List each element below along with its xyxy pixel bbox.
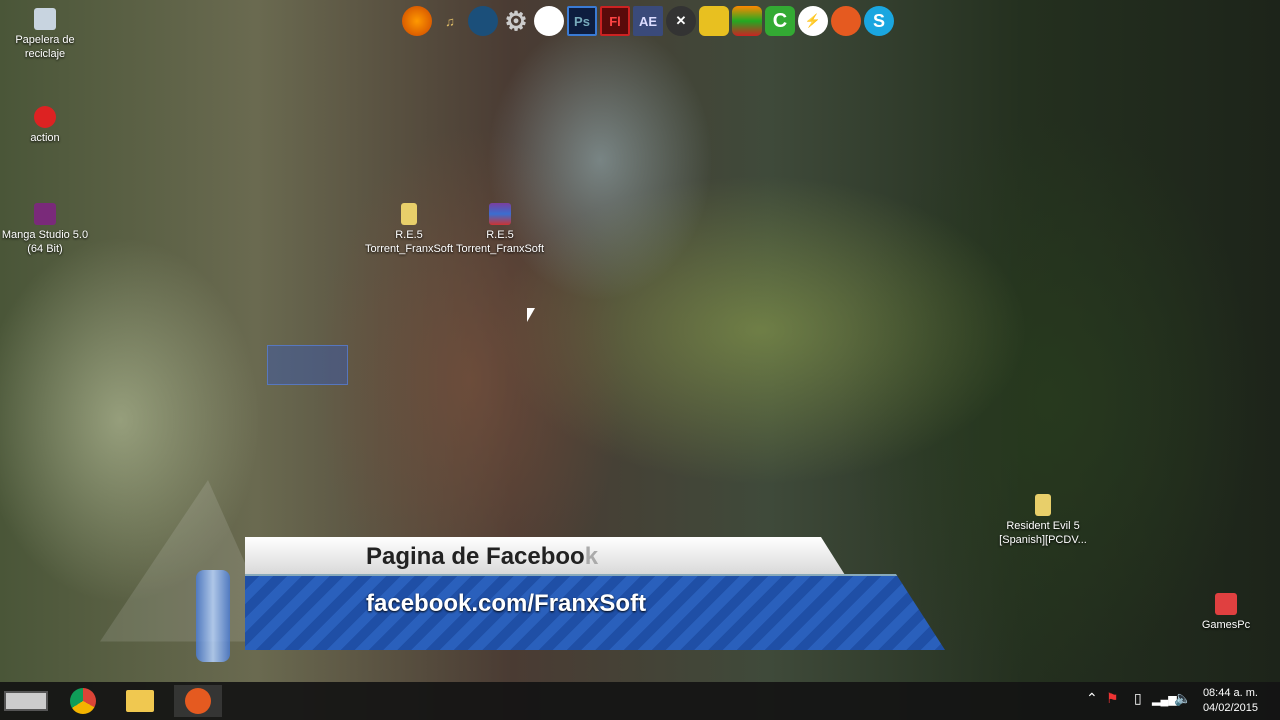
xfire-icon[interactable]: ✕ bbox=[666, 6, 696, 36]
desktop-icon-gamespc[interactable]: GamesPc bbox=[1181, 593, 1271, 632]
icon-label: action bbox=[30, 132, 60, 144]
desktop-icon-resident-evil-5[interactable]: Resident Evil 5 [Spanish][PCDV... bbox=[998, 494, 1088, 547]
clock[interactable]: 08:44 a. m. 04/02/2015 bbox=[1203, 686, 1258, 716]
manga-studio-icon bbox=[34, 203, 56, 225]
desktop-icon-re5-folder[interactable]: R.E.5 Torrent_FranxSoft bbox=[364, 203, 454, 256]
winrar-icon bbox=[489, 203, 511, 225]
taskbar-origin[interactable] bbox=[174, 685, 222, 717]
icon-label: R.E.5 Torrent_FranxSoft bbox=[364, 229, 454, 255]
chrome-icon bbox=[70, 688, 96, 714]
winamp-icon[interactable] bbox=[732, 6, 762, 36]
volume-icon[interactable]: 🔈 bbox=[1174, 690, 1191, 707]
app-dock: ♫ ⚙ Ps Fl AE ✕ C ⚡ S bbox=[402, 6, 894, 36]
flashget-icon[interactable]: ⚡ bbox=[798, 6, 828, 36]
selection-rectangle bbox=[267, 345, 348, 385]
banner-glass-icon bbox=[196, 570, 230, 662]
folder-icon bbox=[126, 690, 154, 712]
show-hidden-icons-chevron-icon[interactable]: ⌃ bbox=[1086, 690, 1098, 707]
icon-label: Resident Evil 5 [Spanish][PCDV... bbox=[999, 520, 1087, 546]
origin-icon bbox=[185, 688, 211, 714]
action-center-flag-icon[interactable]: ⚑ bbox=[1106, 690, 1119, 707]
icon-label: Papelera de reciclaje bbox=[15, 34, 75, 60]
steam-icon[interactable] bbox=[468, 6, 498, 36]
firefox-icon[interactable] bbox=[402, 6, 432, 36]
settings-icon[interactable]: ⚙ bbox=[501, 6, 531, 36]
origin-icon[interactable] bbox=[831, 6, 861, 36]
games-icon bbox=[1215, 593, 1237, 615]
icon-label: GamesPc bbox=[1201, 619, 1251, 631]
icon-label: Manga Studio 5.0 (64 Bit) bbox=[1, 229, 89, 255]
battery-icon[interactable]: ▯ bbox=[1134, 690, 1142, 707]
nes-icon bbox=[4, 691, 48, 711]
taskbar-nes-emulator[interactable] bbox=[2, 685, 50, 717]
icon-label: R.E.5 Torrent_FranxSoft bbox=[455, 229, 545, 255]
taskbar-file-explorer[interactable] bbox=[116, 685, 164, 717]
date: 04/02/2015 bbox=[1202, 702, 1258, 714]
skype-icon[interactable]: S bbox=[864, 6, 894, 36]
folder-icon bbox=[401, 203, 417, 225]
desktop-icon-manga-studio[interactable]: Manga Studio 5.0 (64 Bit) bbox=[0, 203, 90, 256]
network-signal-icon[interactable]: ▂▄▆ bbox=[1152, 693, 1177, 706]
desktop-icon-action[interactable]: action bbox=[0, 106, 90, 145]
desktop-icon-recycle-bin[interactable]: Papelera de reciclaje bbox=[0, 8, 90, 61]
vmware-icon[interactable] bbox=[699, 6, 729, 36]
unity-icon[interactable] bbox=[534, 6, 564, 36]
action-icon bbox=[34, 106, 56, 128]
after-effects-icon[interactable]: AE bbox=[633, 6, 663, 36]
flash-icon[interactable]: Fl bbox=[600, 6, 630, 36]
banner-title: Pagina de Facebook bbox=[366, 543, 599, 570]
taskbar: ⌃ ⚑ ▯ ▂▄▆ 🔈 08:44 a. m. 04/02/2015 bbox=[0, 682, 1280, 720]
time: 08:44 a. m. bbox=[1202, 687, 1258, 699]
banner-url[interactable]: facebook.com/FranxSoft bbox=[366, 590, 646, 618]
camtasia-icon[interactable]: C bbox=[765, 6, 795, 36]
recycle-bin-icon bbox=[34, 8, 56, 30]
taskbar-chrome[interactable] bbox=[59, 685, 107, 717]
music-icon[interactable]: ♫ bbox=[435, 6, 465, 36]
photoshop-icon[interactable]: Ps bbox=[567, 6, 597, 36]
cursor-icon bbox=[527, 308, 535, 322]
desktop-icon-re5-rar[interactable]: R.E.5 Torrent_FranxSoft bbox=[455, 203, 545, 256]
folder-icon bbox=[1035, 494, 1051, 516]
